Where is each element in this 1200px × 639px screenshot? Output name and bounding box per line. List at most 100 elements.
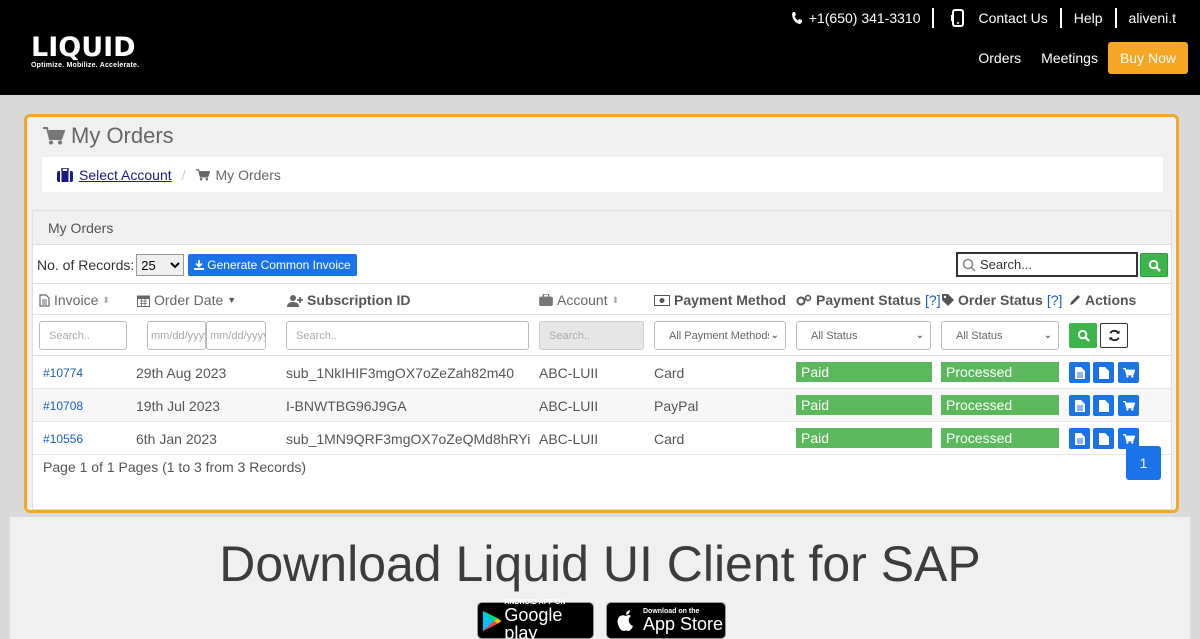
- subscription-filter-input[interactable]: Search..: [286, 321, 529, 350]
- view-invoice-button[interactable]: [1069, 428, 1090, 449]
- view-file-button[interactable]: [1093, 395, 1114, 416]
- table-controls: No. of Records: 25 Generate Common Invoi…: [37, 252, 1171, 278]
- col-subscription-id: Subscription ID: [287, 292, 410, 308]
- file-icon: [39, 293, 50, 307]
- invoice-link[interactable]: #10556: [43, 432, 83, 446]
- view-file-button[interactable]: [1093, 428, 1114, 449]
- col-account[interactable]: Account ⬍: [539, 292, 619, 308]
- pagination-summary: Page 1 of 1 Pages (1 to 3 from 3 Records…: [43, 459, 307, 475]
- orders-container: My Orders Select Account / My Orders My …: [24, 114, 1179, 513]
- table-row: #10556 6th Jan 2023 sub_1MN9QRF3mgOX7oZe…: [33, 422, 1171, 455]
- user-name: aliveni.t: [1128, 10, 1176, 26]
- col-order-date[interactable]: Order Date ▼: [137, 292, 236, 308]
- invoice-link[interactable]: #10708: [43, 399, 83, 413]
- cart-icon: [1122, 367, 1135, 378]
- view-file-button[interactable]: [1093, 362, 1114, 383]
- help-label: Help: [1073, 10, 1103, 26]
- user-plus-icon: [287, 294, 303, 307]
- col-payment-status-label: Payment Status: [816, 292, 922, 308]
- account-name: ABC-LUII: [539, 365, 599, 381]
- breadcrumb: Select Account / My Orders: [42, 157, 1163, 192]
- briefcase-icon: [57, 167, 73, 182]
- col-account-label: Account: [557, 292, 608, 308]
- col-actions: Actions: [1069, 292, 1136, 308]
- main-nav: Orders Meetings Buy Now: [968, 42, 1188, 74]
- buy-now-button[interactable]: Buy Now: [1107, 42, 1188, 74]
- cart-button[interactable]: [1118, 395, 1139, 416]
- table-row: #10708 19th Jul 2023 I-BNWTBG96J9GA ABC-…: [33, 389, 1171, 422]
- page-button[interactable]: 1: [1126, 446, 1161, 480]
- order-status-help-link[interactable]: [?]: [1047, 292, 1063, 308]
- cart-icon: [43, 127, 65, 145]
- table-row: #10774 29th Aug 2023 sub_1NkIHIF3mgOX7oZ…: [33, 356, 1171, 389]
- order-status-select[interactable]: All Status ⌄: [941, 321, 1059, 350]
- app-store-large: App Store: [643, 614, 724, 634]
- google-play-badge[interactable]: ANDROID APP ON Google play: [477, 599, 594, 639]
- payment-method: Card: [654, 431, 685, 447]
- invoice-link[interactable]: #10774: [43, 366, 83, 380]
- briefcase-icon: [539, 294, 553, 306]
- view-invoice-button[interactable]: [1069, 362, 1090, 383]
- download-section: Download Liquid UI Client for SAP ANDROI…: [10, 517, 1190, 639]
- col-order-status-label: Order Status: [958, 292, 1043, 308]
- cart-icon: [1122, 433, 1135, 444]
- invoice-filter-input[interactable]: Search..: [39, 321, 127, 350]
- date-to-input[interactable]: mm/dd/yyyy: [206, 321, 266, 350]
- order-date: 19th Jul 2023: [136, 398, 221, 414]
- nav-orders[interactable]: Orders: [968, 50, 1031, 66]
- view-invoice-button[interactable]: [1069, 395, 1090, 416]
- search-placeholder: Search...: [980, 257, 1033, 272]
- search-input[interactable]: Search...: [956, 252, 1138, 277]
- google-play-icon: [482, 610, 502, 631]
- generate-common-invoice-button[interactable]: Generate Common Invoice: [188, 254, 357, 276]
- phone-link[interactable]: +1(650) 341-3310: [779, 8, 933, 28]
- file-icon: [1098, 399, 1109, 412]
- app-store-badge[interactable]: Download on the App Store: [606, 602, 726, 639]
- col-invoice[interactable]: Invoice ⬍: [39, 292, 110, 308]
- payment-status-help-link[interactable]: [?]: [925, 292, 941, 308]
- download-title: Download Liquid UI Client for SAP: [219, 536, 981, 592]
- contact-label: Contact Us: [978, 10, 1048, 26]
- date-from-input[interactable]: mm/dd/yyyy: [147, 321, 206, 350]
- records-select[interactable]: 25: [136, 254, 185, 276]
- table-header: Invoice ⬍ Order Date ▼ Subscription ID A…: [33, 283, 1171, 315]
- phone-number: +1(650) 341-3310: [808, 10, 921, 26]
- col-payment-method: Payment Method: [654, 292, 786, 308]
- logo[interactable]: LIQUID Optimize. Mobilize. Accelerate.: [31, 34, 140, 70]
- cart-icon: [195, 168, 210, 180]
- payment-status-badge: Paid: [796, 428, 932, 448]
- search-button[interactable]: [1140, 253, 1168, 277]
- document-icon: [1074, 432, 1085, 445]
- order-date: 6th Jan 2023: [136, 431, 217, 447]
- filter-search-button[interactable]: [1069, 323, 1097, 348]
- tag-icon: [942, 294, 954, 306]
- user-menu[interactable]: aliveni.t: [1117, 8, 1200, 28]
- logo-tagline: Optimize. Mobilize. Accelerate.: [31, 62, 140, 69]
- reset-filters-button[interactable]: [1100, 323, 1128, 348]
- payment-status-select[interactable]: All Status ⌄: [796, 321, 931, 350]
- records-label: No. of Records:: [37, 257, 135, 273]
- payment-method: PayPal: [654, 398, 699, 414]
- file-icon: [1098, 432, 1109, 445]
- breadcrumb-separator: /: [181, 166, 186, 183]
- payment-method-select[interactable]: All Payment Methods ⌄: [654, 321, 786, 350]
- contact-link[interactable]: Contact Us: [934, 8, 1059, 28]
- subscription-id: I-BNWTBG96J9GA: [286, 398, 407, 414]
- sort-desc-icon: ▼: [227, 295, 237, 305]
- google-play-large: Google play: [504, 605, 563, 639]
- nav-meetings[interactable]: Meetings: [1031, 50, 1108, 66]
- utility-bar: +1(650) 341-3310 Contact Us Help aliveni…: [779, 8, 1200, 28]
- order-status-badge: Processed: [941, 428, 1059, 448]
- page-title: My Orders: [43, 123, 174, 149]
- col-order-date-label: Order Date: [154, 292, 224, 308]
- help-link[interactable]: Help: [1062, 8, 1115, 28]
- search-icon: [962, 258, 976, 272]
- phone-icon: [791, 12, 802, 24]
- breadcrumb-select-account[interactable]: Select Account: [79, 167, 172, 183]
- page-title-text: My Orders: [71, 123, 174, 148]
- cart-button[interactable]: [1118, 362, 1139, 383]
- cart-icon: [1122, 400, 1135, 411]
- order-status-badge: Processed: [941, 362, 1059, 382]
- subscription-id: sub_1MN9QRF3mgOX7oZeQMd8hRYi: [286, 431, 530, 447]
- sort-icon: ⬍: [611, 294, 620, 305]
